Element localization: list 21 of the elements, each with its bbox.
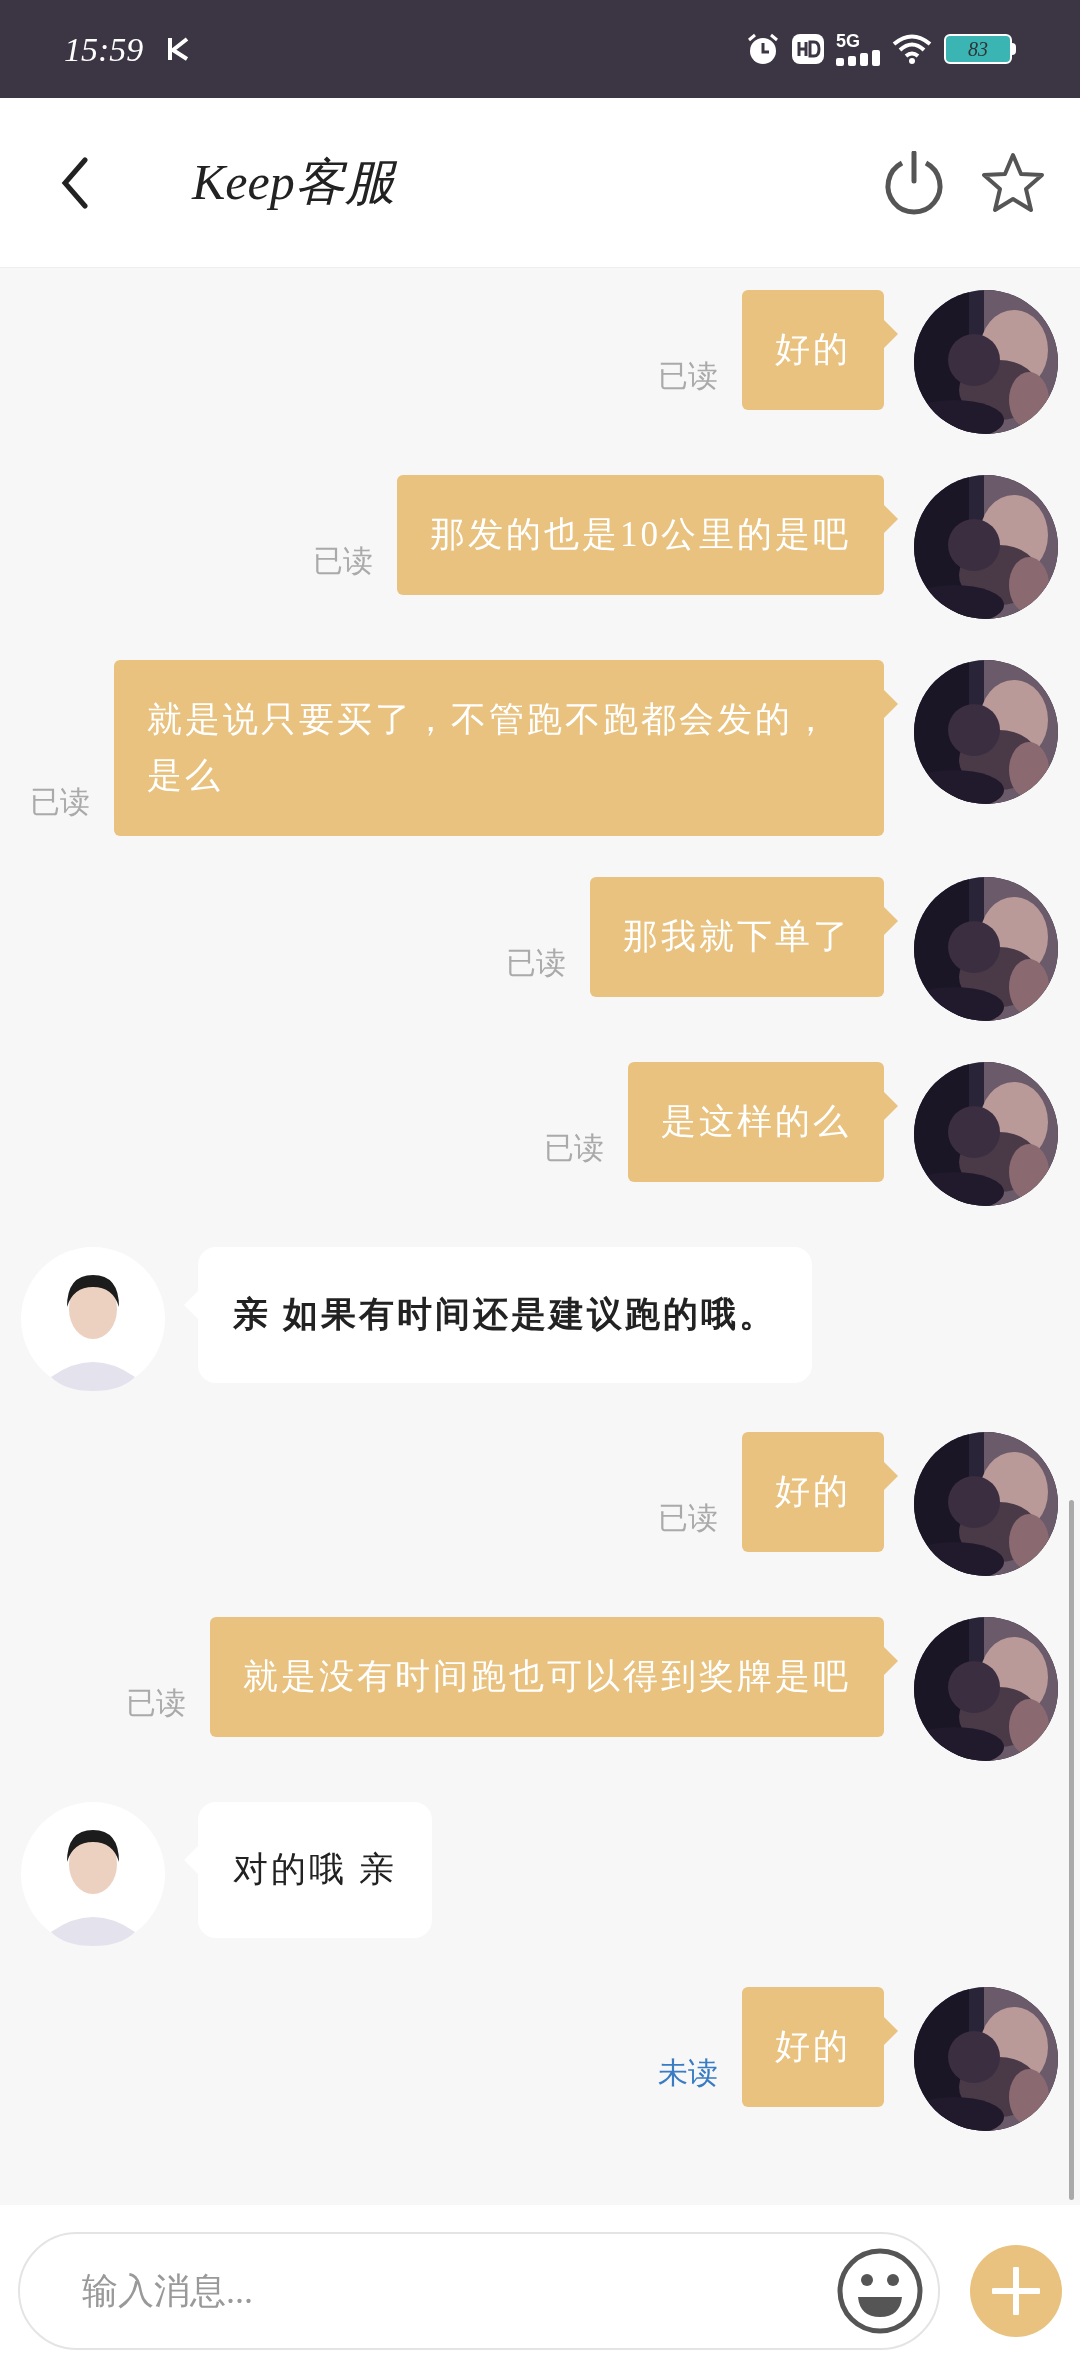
alarm-icon [746,32,780,66]
read-status: 已读 [313,543,373,579]
status-time: 15:59 [64,29,144,70]
read-status: 已读 [30,784,90,820]
back-icon [61,156,89,209]
star-icon [980,150,1046,215]
scrollbar[interactable] [1069,1500,1074,2200]
read-status: 已读 [126,1685,186,1721]
read-status: 已读 [658,358,718,394]
signal-icon [836,50,880,66]
chat-title: Keep客服 [192,153,395,212]
plus-icon [992,2266,1040,2315]
power-icon [882,150,946,215]
hd-icon [792,34,824,64]
read-status: 已读 [506,945,566,981]
read-status: 已读 [544,1130,604,1166]
read-status: 未读 [658,2055,718,2091]
network-label: 5G [836,32,860,50]
read-status: 已读 [658,1500,718,1536]
message-input[interactable]: 输入消息... [18,2231,940,2350]
wifi-icon [892,33,932,65]
